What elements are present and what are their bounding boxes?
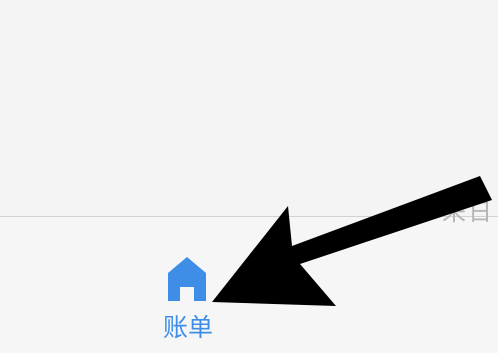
tab-bill-label: 账单 [162,313,213,342]
partial-tab-label: 来日 [442,198,494,226]
bottom-tab-bar: 账单 [0,216,498,353]
home-icon [168,257,206,301]
content-area [0,0,498,216]
tab-bill[interactable]: 账单 [128,233,248,345]
